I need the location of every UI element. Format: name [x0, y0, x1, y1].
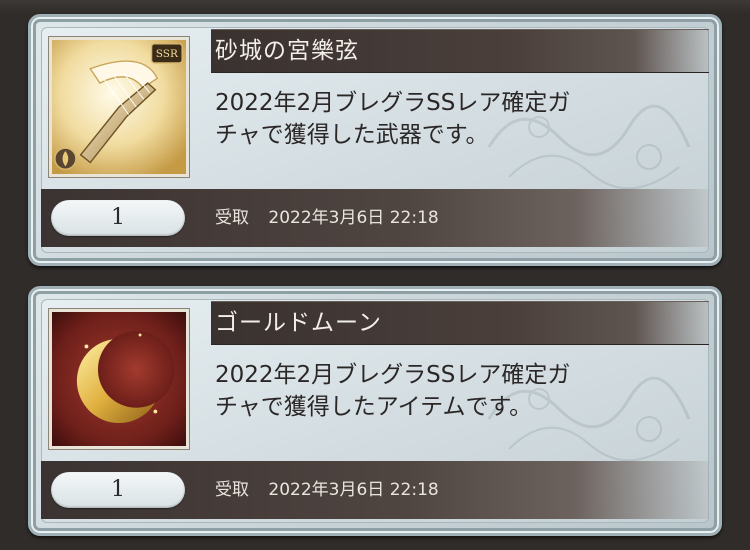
received-info: 受取 2022年3月6日 22:18 — [215, 475, 439, 505]
description-line-1: 2022年2月ブレグラSSレア確定ガ — [215, 362, 571, 388]
item-card-1[interactable]: 砂城の宮樂弦 2022年2月ブレグラSSレア確定ガ チャで獲得した武器です。 S… — [28, 14, 722, 266]
item-name: 砂城の宮樂弦 — [215, 38, 359, 64]
item-description: 2022年2月ブレグラSSレア確定ガ チャで獲得した武器です。 — [215, 87, 695, 151]
received-label: 受取 — [215, 208, 249, 228]
received-info: 受取 2022年3月6日 22:18 — [215, 203, 439, 233]
rarity-badge-text: SSR — [156, 48, 179, 60]
golden-harp-weapon-icon: SSR — [49, 37, 189, 177]
received-date: 2022年3月6日 22:18 — [268, 208, 439, 228]
item-description: 2022年2月ブレグラSSレア確定ガ チャで獲得したアイテムです。 — [215, 359, 695, 423]
description-line-2: チャで獲得したアイテムです。 — [215, 394, 533, 420]
description-line-2: チャで獲得した武器です。 — [215, 122, 489, 148]
ssr-badge: SSR — [150, 43, 183, 64]
item-card-2[interactable]: ゴールドムーン 2022年2月ブレグラSSレア確定ガ チャで獲得したアイテムです… — [28, 286, 722, 536]
received-label: 受取 — [215, 480, 249, 500]
quantity-badge: 1 — [51, 200, 185, 236]
background-strip — [0, 0, 750, 14]
description-line-1: 2022年2月ブレグラSSレア確定ガ — [215, 90, 571, 116]
gold-moon-item-icon — [49, 309, 189, 449]
received-date: 2022年3月6日 22:18 — [268, 480, 439, 500]
quantity-badge: 1 — [51, 472, 185, 508]
item-name: ゴールドムーン — [215, 310, 382, 336]
